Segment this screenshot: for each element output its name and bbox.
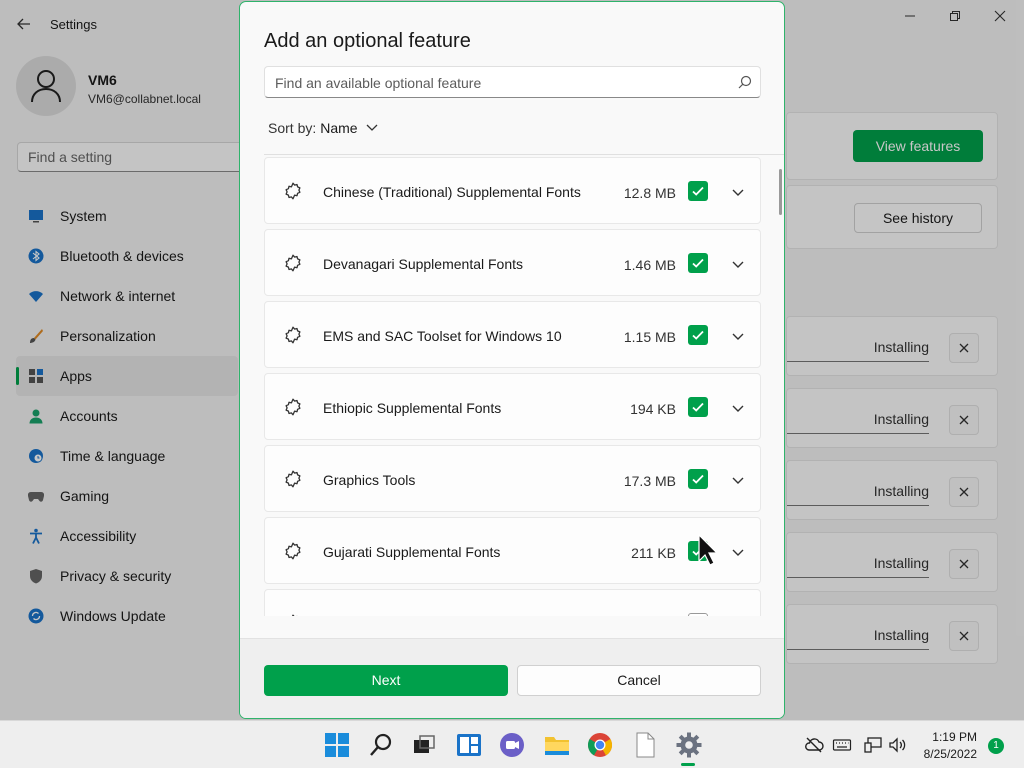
puzzle-gear-icon: [283, 613, 303, 616]
cloud-offline-icon[interactable]: [804, 735, 824, 755]
puzzle-gear-icon: [283, 469, 303, 494]
feature-name: Devanagari Supplemental Fonts: [323, 256, 524, 272]
task-view-icon[interactable]: [410, 731, 438, 759]
chrome-icon[interactable]: [586, 731, 614, 759]
notepad-icon[interactable]: [631, 731, 659, 759]
cancel-button[interactable]: Cancel: [517, 665, 761, 696]
search-icon: [738, 75, 752, 89]
feature-checkbox[interactable]: [688, 613, 708, 616]
feature-list-item[interactable]: Gujarati Supplemental Fonts 211 KB: [264, 517, 761, 584]
feature-list-item[interactable]: Devanagari Supplemental Fonts 1.46 MB: [264, 229, 761, 296]
notification-badge[interactable]: 1: [988, 738, 1004, 754]
feature-checkbox[interactable]: [688, 397, 708, 417]
dialog-footer: Next Cancel: [240, 638, 784, 718]
chevron-down-icon[interactable]: [732, 256, 744, 274]
feature-list-item[interactable]: Ethiopic Supplemental Fonts 194 KB: [264, 373, 761, 440]
network-icon[interactable]: [863, 735, 883, 755]
dialog-title: Add an optional feature: [264, 30, 471, 52]
feature-list-item[interactable]: Graphics Tools 17.3 MB: [264, 445, 761, 512]
sort-dropdown[interactable]: Sort by: Name: [268, 120, 378, 136]
puzzle-gear-icon: [283, 253, 303, 278]
feature-search-placeholder: Find an available optional feature: [275, 75, 482, 91]
next-button[interactable]: Next: [264, 665, 508, 696]
puzzle-gear-icon: [283, 325, 303, 350]
widgets-icon[interactable]: [455, 731, 483, 759]
feature-name: EMS and SAC Toolset for Windows 10: [323, 328, 562, 344]
keyboard-icon[interactable]: [832, 735, 852, 755]
feature-size: 12.8 MB: [623, 185, 676, 201]
feature-list-item[interactable]: [264, 589, 761, 616]
feature-name: Chinese (Traditional) Supplemental Fonts: [323, 184, 581, 200]
chevron-down-icon: [366, 124, 378, 131]
chevron-down-icon[interactable]: [732, 544, 744, 562]
feature-list-item[interactable]: Chinese (Traditional) Supplemental Fonts…: [264, 157, 761, 224]
feature-checkbox[interactable]: [688, 469, 708, 489]
chevron-down-icon[interactable]: [732, 184, 744, 202]
feature-list-item[interactable]: EMS and SAC Toolset for Windows 10 1.15 M…: [264, 301, 761, 368]
feature-checkbox[interactable]: [688, 181, 708, 201]
settings-gear-icon[interactable]: [675, 731, 703, 759]
add-optional-feature-dialog: Add an optional feature Find an availabl…: [239, 1, 785, 719]
clock-time[interactable]: 1:19 PM: [932, 730, 977, 744]
sort-value: Name: [320, 120, 358, 136]
feature-size: 194 KB: [630, 401, 676, 417]
chevron-down-icon[interactable]: [732, 400, 744, 418]
feature-checkbox[interactable]: [688, 253, 708, 273]
volume-icon[interactable]: [888, 735, 908, 755]
feature-name: Gujarati Supplemental Fonts: [323, 544, 501, 560]
feature-name: Graphics Tools: [323, 472, 416, 488]
feature-size: 1.15 MB: [623, 329, 676, 345]
chevron-down-icon[interactable]: [732, 328, 744, 346]
feature-size: 1.46 MB: [623, 257, 676, 273]
feature-size: 17.3 MB: [623, 473, 676, 489]
chevron-down-icon[interactable]: [732, 472, 744, 490]
taskbar: 1:19 PM 8/25/2022 1: [0, 720, 1024, 768]
puzzle-gear-icon: [283, 181, 303, 206]
chat-icon[interactable]: [498, 731, 526, 759]
puzzle-gear-icon: [283, 541, 303, 566]
feature-search-input[interactable]: Find an available optional feature: [264, 66, 761, 98]
puzzle-gear-icon: [283, 397, 303, 422]
feature-name: Ethiopic Supplemental Fonts: [323, 400, 502, 416]
active-app-indicator: [681, 763, 695, 766]
windows-start-icon[interactable]: [323, 731, 351, 759]
list-scrollbar[interactable]: [779, 169, 782, 215]
mouse-cursor-icon: [698, 534, 716, 566]
feature-size: 211 KB: [631, 545, 676, 561]
sort-label: Sort by:: [268, 120, 317, 136]
search-icon[interactable]: [367, 731, 395, 759]
clock-date[interactable]: 8/25/2022: [924, 747, 977, 761]
file-explorer-icon[interactable]: [543, 731, 571, 759]
feature-checkbox[interactable]: [688, 325, 708, 345]
